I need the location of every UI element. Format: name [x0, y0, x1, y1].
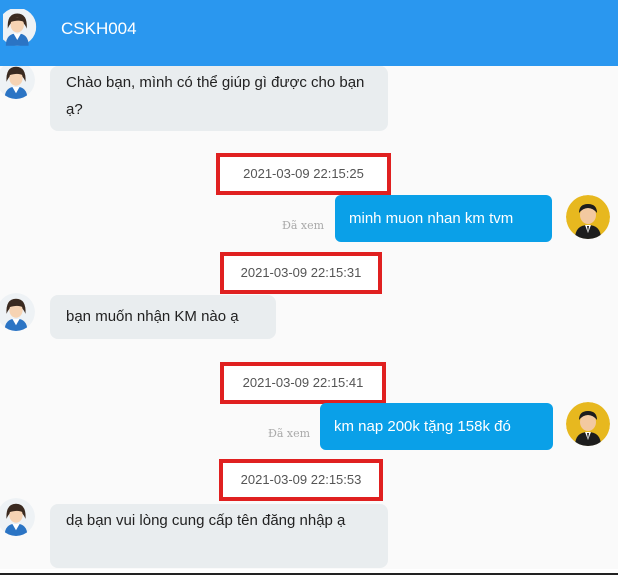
agent-avatar-icon: [0, 293, 35, 331]
seen-status: Đã xem: [268, 427, 311, 440]
user-avatar-icon: [566, 402, 610, 446]
agent-message: dạ bạn vui lòng cung cấp tên đăng nhập ạ: [50, 504, 388, 568]
message-timestamp: 2021-03-09 22:15:53: [219, 459, 383, 501]
agent-avatar-icon: [0, 498, 35, 536]
message-list[interactable]: Chào bạn, mình có thể giúp gì được cho b…: [0, 66, 618, 569]
user-message: minh muon nhan km tvm: [335, 195, 552, 242]
chat-title: CSKH004: [61, 19, 137, 38]
divider: [0, 573, 618, 575]
chat-header: CSKH004: [0, 0, 618, 66]
message-timestamp: 2021-03-09 22:15:31: [220, 252, 382, 294]
user-message: km nap 200k tặng 158k đó: [320, 403, 553, 450]
agent-avatar-icon: [3, 9, 41, 54]
seen-status: Đã xem: [282, 219, 325, 232]
agent-message: Chào bạn, mình có thể giúp gì được cho b…: [50, 66, 388, 131]
message-timestamp: 2021-03-09 22:15:41: [220, 362, 386, 404]
agent-avatar-icon: [0, 66, 35, 99]
user-avatar-icon: [566, 195, 610, 239]
message-timestamp: 2021-03-09 22:15:25: [216, 153, 391, 195]
agent-message: bạn muốn nhận KM nào ạ: [50, 295, 276, 339]
